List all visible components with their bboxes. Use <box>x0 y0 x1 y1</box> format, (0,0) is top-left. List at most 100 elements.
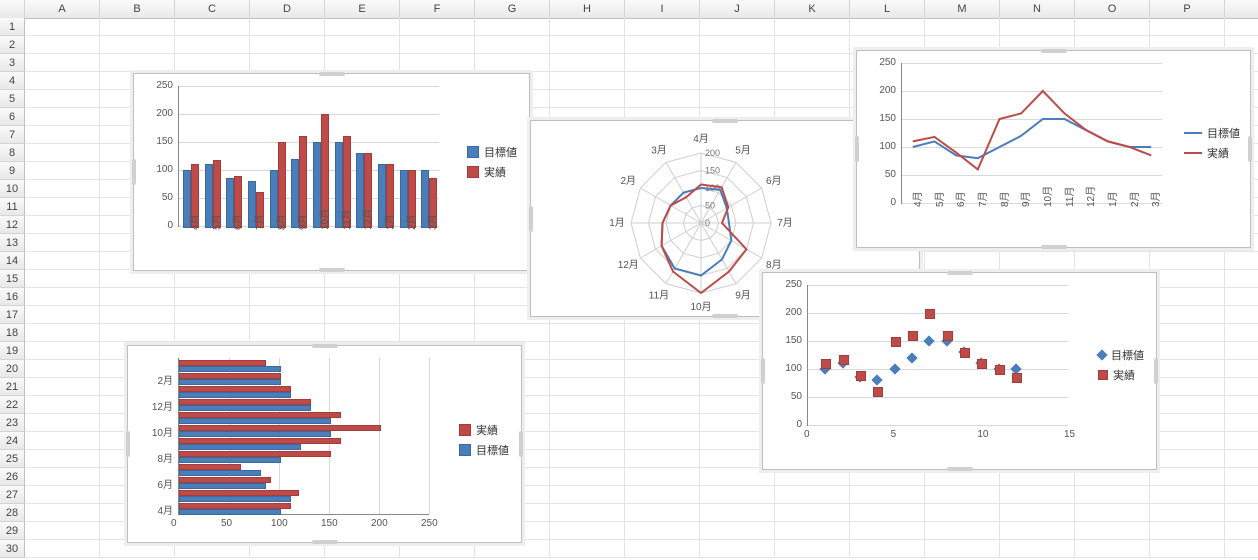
cell[interactable] <box>1075 504 1150 522</box>
cell[interactable] <box>25 54 100 72</box>
resize-handle[interactable] <box>761 358 765 384</box>
cell[interactable] <box>1150 270 1225 288</box>
cell[interactable] <box>550 18 625 36</box>
row-header[interactable]: 15 <box>0 270 25 288</box>
cell[interactable] <box>550 522 625 540</box>
cell[interactable] <box>1225 504 1258 522</box>
col-header[interactable]: E <box>325 0 400 18</box>
row-header[interactable]: 24 <box>0 432 25 450</box>
cell[interactable] <box>1075 540 1150 558</box>
cell[interactable] <box>550 414 625 432</box>
cell[interactable] <box>400 306 475 324</box>
row-header[interactable]: 8 <box>0 144 25 162</box>
cell[interactable] <box>25 126 100 144</box>
resize-handle[interactable] <box>132 159 136 185</box>
row-header[interactable]: 27 <box>0 486 25 504</box>
cell[interactable] <box>25 486 100 504</box>
cell[interactable] <box>775 486 850 504</box>
cell[interactable] <box>25 450 100 468</box>
cell[interactable] <box>25 234 100 252</box>
cell[interactable] <box>1000 18 1075 36</box>
col-header[interactable]: P <box>1150 0 1225 18</box>
resize-handle[interactable] <box>712 119 738 123</box>
cell[interactable] <box>550 504 625 522</box>
col-header[interactable]: I <box>625 0 700 18</box>
cell[interactable] <box>25 72 100 90</box>
cell[interactable] <box>325 324 400 342</box>
cell[interactable] <box>325 36 400 54</box>
cell[interactable] <box>700 90 775 108</box>
cell[interactable] <box>400 18 475 36</box>
cell[interactable] <box>25 414 100 432</box>
cell[interactable] <box>850 468 925 486</box>
cell[interactable] <box>850 486 925 504</box>
resize-handle[interactable] <box>855 136 859 162</box>
row-header[interactable]: 14 <box>0 252 25 270</box>
cell[interactable] <box>325 288 400 306</box>
cell[interactable] <box>25 378 100 396</box>
cell[interactable] <box>250 54 325 72</box>
cell[interactable] <box>400 36 475 54</box>
row-header[interactable]: 19 <box>0 342 25 360</box>
cell[interactable] <box>25 342 100 360</box>
cell[interactable] <box>175 288 250 306</box>
cell[interactable] <box>1000 252 1075 270</box>
row-header[interactable]: 11 <box>0 198 25 216</box>
cell[interactable] <box>25 522 100 540</box>
cell[interactable] <box>925 504 1000 522</box>
cell[interactable] <box>850 18 925 36</box>
cell[interactable] <box>625 90 700 108</box>
row-header[interactable]: 30 <box>0 540 25 558</box>
resize-handle[interactable] <box>1248 136 1252 162</box>
cell[interactable] <box>550 360 625 378</box>
cell[interactable] <box>25 432 100 450</box>
cell[interactable] <box>100 54 175 72</box>
col-header[interactable]: L <box>850 0 925 18</box>
cell[interactable] <box>550 432 625 450</box>
cell[interactable] <box>1150 504 1225 522</box>
cell[interactable] <box>1225 378 1258 396</box>
cell[interactable] <box>475 54 550 72</box>
chart-bar-vertical[interactable]: 0501001502002504月5月6月7月8月9月10月11月12月1月2月… <box>133 73 530 271</box>
cell[interactable] <box>1225 324 1258 342</box>
cell[interactable] <box>1225 522 1258 540</box>
cell[interactable] <box>25 270 100 288</box>
cell[interactable] <box>775 54 850 72</box>
cell[interactable] <box>325 54 400 72</box>
resize-handle[interactable] <box>947 467 973 471</box>
cell[interactable] <box>1075 252 1150 270</box>
cell[interactable] <box>775 540 850 558</box>
cell[interactable] <box>25 162 100 180</box>
cell[interactable] <box>1150 432 1225 450</box>
resize-handle[interactable] <box>1041 49 1067 53</box>
cell[interactable] <box>700 540 775 558</box>
cell[interactable] <box>475 36 550 54</box>
cell[interactable] <box>250 270 325 288</box>
cell[interactable] <box>925 522 1000 540</box>
row-header[interactable]: 12 <box>0 216 25 234</box>
resize-handle[interactable] <box>319 72 345 76</box>
cell[interactable] <box>1150 324 1225 342</box>
cell[interactable] <box>250 288 325 306</box>
cell[interactable] <box>1150 18 1225 36</box>
cell[interactable] <box>775 522 850 540</box>
cell[interactable] <box>25 216 100 234</box>
cell[interactable] <box>1000 540 1075 558</box>
cell[interactable] <box>25 540 100 558</box>
cell[interactable] <box>400 324 475 342</box>
row-header[interactable]: 10 <box>0 180 25 198</box>
cell[interactable] <box>625 72 700 90</box>
row-header[interactable]: 13 <box>0 234 25 252</box>
col-header[interactable]: D <box>250 0 325 18</box>
cell[interactable] <box>550 90 625 108</box>
col-header[interactable]: M <box>925 0 1000 18</box>
cell[interactable] <box>625 396 700 414</box>
col-header[interactable]: H <box>550 0 625 18</box>
resize-handle[interactable] <box>1041 245 1067 249</box>
row-header[interactable]: 17 <box>0 306 25 324</box>
cell[interactable] <box>700 18 775 36</box>
cell[interactable] <box>400 270 475 288</box>
cell[interactable] <box>1075 486 1150 504</box>
cell[interactable] <box>25 90 100 108</box>
cell[interactable] <box>925 540 1000 558</box>
